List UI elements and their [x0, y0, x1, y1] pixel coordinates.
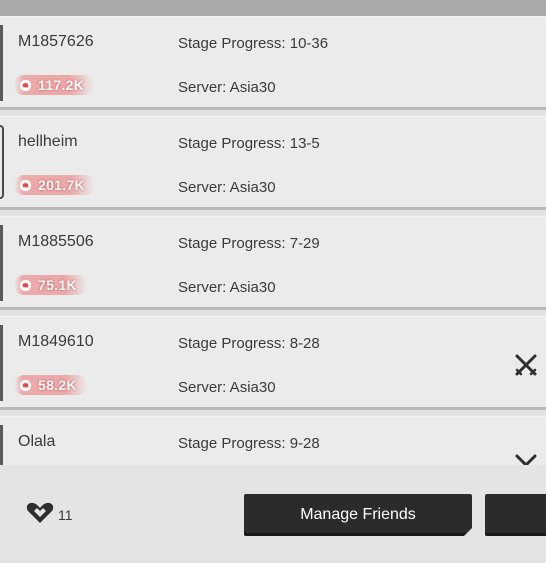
row-edge [0, 325, 3, 401]
combat-power-badge: 117.2K [14, 75, 95, 95]
footer-bar: 11 Manage Friends [0, 465, 546, 563]
friend-name: M1857626 [18, 33, 94, 50]
manage-friends-label: Manage Friends [300, 506, 416, 523]
friend-name: Olala [18, 433, 56, 450]
crossed-swords-icon[interactable] [514, 353, 538, 377]
secondary-button[interactable] [485, 494, 546, 536]
crossed-swords-icon[interactable] [514, 453, 538, 465]
button-corner-notch [464, 528, 472, 536]
stage-progress: Stage Progress: 7-29 [178, 235, 320, 252]
server-label: Server: Asia30 [178, 279, 276, 296]
stage-progress: Stage Progress: 8-28 [178, 335, 320, 352]
server-label: Server: Asia30 [178, 179, 276, 196]
friend-row[interactable]: M1885506 75.1K Stage Progress: 7-29 Serv… [0, 216, 546, 310]
stage-progress: Stage Progress: 13-5 [178, 135, 320, 152]
friend-row[interactable]: Olala Stage Progress: 9-28 [0, 416, 546, 465]
combat-power-badge: 201.7K [14, 175, 95, 195]
combat-power-value: 201.7K [38, 177, 85, 193]
combat-power-badge: 58.2K [14, 375, 87, 395]
manage-friends-button[interactable]: Manage Friends [244, 494, 472, 536]
friend-name: M1885506 [18, 233, 94, 250]
friend-row[interactable]: hellheim 201.7K Stage Progress: 13-5 Ser… [0, 116, 546, 210]
fist-icon [18, 78, 32, 92]
server-label: Server: Asia30 [178, 379, 276, 396]
server-label: Server: Asia30 [178, 79, 276, 96]
friendship-heart-icon [26, 502, 54, 527]
combat-power-value: 75.1K [38, 277, 77, 293]
row-edge [0, 425, 3, 465]
stage-progress: Stage Progress: 9-28 [178, 435, 320, 452]
fist-icon [18, 378, 32, 392]
row-edge [0, 25, 3, 101]
friend-row[interactable]: M1857626 117.2K Stage Progress: 10-36 Se… [0, 16, 546, 110]
friend-name: M1849610 [18, 333, 94, 350]
friend-name: hellheim [18, 133, 78, 150]
combat-power-value: 58.2K [38, 377, 77, 393]
selected-row-bracket [0, 125, 4, 199]
stage-progress: Stage Progress: 10-36 [178, 35, 329, 52]
top-header-strip [0, 0, 546, 16]
combat-power-value: 117.2K [38, 77, 85, 93]
friend-count: 11 [26, 502, 73, 527]
friend-row[interactable]: M1849610 58.2K Stage Progress: 8-28 Serv… [0, 316, 546, 410]
fist-icon [18, 178, 32, 192]
combat-power-badge: 75.1K [14, 275, 87, 295]
friend-count-value: 11 [58, 506, 73, 523]
row-edge [0, 225, 3, 301]
fist-icon [18, 278, 32, 292]
friend-list[interactable]: M1857626 117.2K Stage Progress: 10-36 Se… [0, 16, 546, 465]
